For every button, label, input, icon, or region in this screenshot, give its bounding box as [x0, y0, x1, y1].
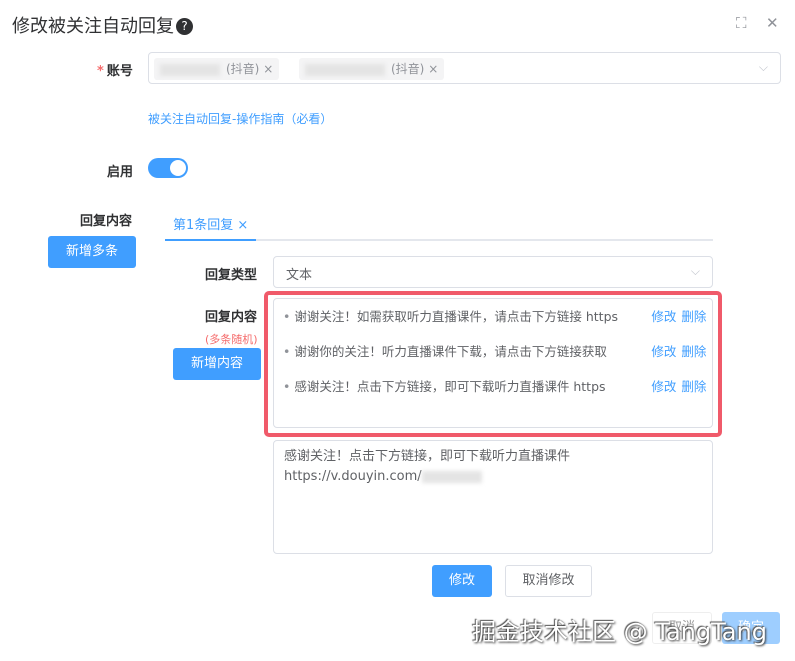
- add-many-button[interactable]: 新增多条: [48, 236, 136, 268]
- account-select[interactable]: (抖音) × (抖音) × ⌵: [148, 52, 781, 84]
- delete-link[interactable]: 删除: [681, 379, 706, 394]
- account-label: * 账号: [97, 64, 133, 79]
- watermark: 掘金技术社区 @ TangTang: [472, 618, 767, 646]
- enable-label: 启用: [107, 165, 134, 180]
- delete-link[interactable]: 删除: [681, 309, 706, 324]
- type-select[interactable]: 文本 ⌵: [273, 256, 713, 288]
- account-tag: (抖音) ×: [299, 58, 445, 80]
- editor-line: 感谢关注！点击下方链接，即可下载听力直播课件: [284, 449, 571, 464]
- content-note: (多条随机): [205, 333, 258, 346]
- content-label: 回复内容: [205, 310, 258, 325]
- modify-button[interactable]: 修改: [432, 565, 492, 597]
- list-item: • 谢谢关注！如需获取听力直播课件，请点击下方链接 https 修改 删除: [283, 309, 707, 324]
- reply-label: 回复内容: [80, 214, 133, 229]
- cancel-modify-button[interactable]: 取消修改: [505, 565, 592, 597]
- list-item: • 谢谢你的关注！听力直播课件下载，请点击下方链接获取 修改 删除: [283, 344, 707, 359]
- type-label: 回复类型: [205, 268, 258, 283]
- tab-reply-1[interactable]: 第1条回复 ×: [173, 214, 248, 233]
- tab-close-icon[interactable]: ×: [237, 218, 248, 233]
- edit-link[interactable]: 修改: [651, 344, 676, 359]
- tab-active-bar: [165, 239, 256, 241]
- enable-toggle[interactable]: [148, 158, 188, 178]
- add-content-button[interactable]: 新增内容: [173, 348, 261, 380]
- list-item: • 感谢关注！点击下方链接，即可下载听力直播课件 https 修改 删除: [283, 379, 707, 394]
- chevron-down-icon: ⌵: [758, 60, 768, 74]
- dialog-title: 修改被关注自动回复?: [12, 12, 193, 38]
- edit-link[interactable]: 修改: [651, 309, 676, 324]
- tag-close-icon[interactable]: ×: [428, 62, 438, 76]
- close-icon[interactable]: ✕: [766, 14, 779, 32]
- chevron-down-icon: ⌵: [690, 264, 700, 278]
- edit-link[interactable]: 修改: [651, 379, 676, 394]
- fullscreen-icon[interactable]: ⛶: [736, 14, 747, 32]
- content-editor[interactable]: 感谢关注！点击下方链接，即可下载听力直播课件 https://v.douyin.…: [273, 440, 713, 554]
- guide-link[interactable]: 被关注自动回复-操作指南（必看）: [148, 110, 332, 127]
- tag-close-icon[interactable]: ×: [263, 62, 273, 76]
- account-tag: (抖音) ×: [154, 58, 280, 80]
- delete-link[interactable]: 删除: [681, 344, 706, 359]
- title-text: 修改被关注自动回复: [12, 16, 174, 37]
- help-icon[interactable]: ?: [176, 18, 193, 35]
- editor-line: https://v.douyin.com/: [284, 467, 702, 487]
